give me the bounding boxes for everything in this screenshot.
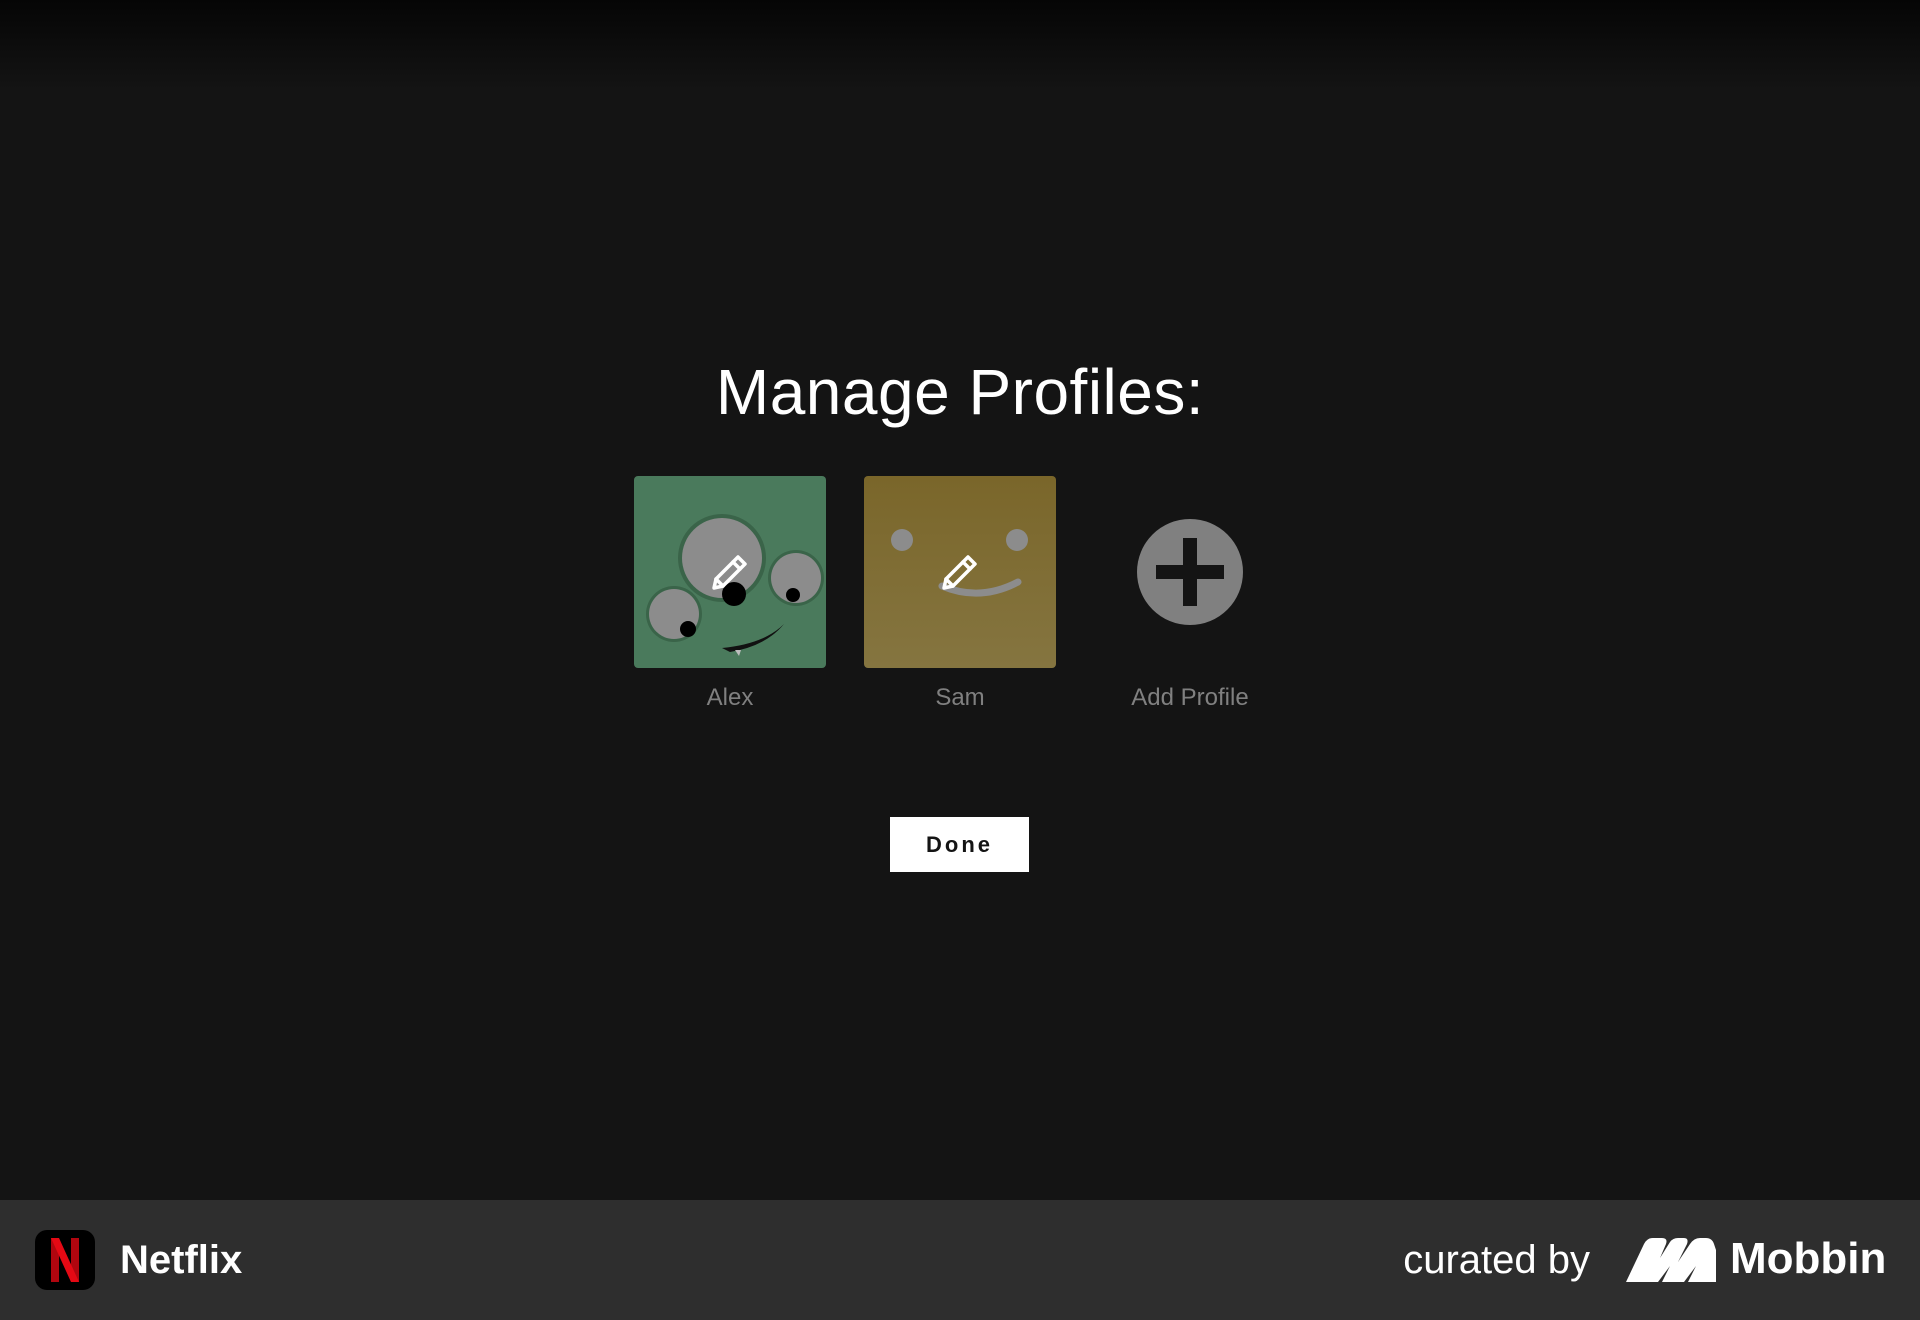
- add-profile-tile[interactable]: [1094, 476, 1286, 668]
- pencil-icon: [712, 555, 747, 590]
- add-profile-button[interactable]: Add Profile: [1094, 476, 1286, 712]
- profile-name-sam: Sam: [935, 684, 985, 711]
- profile-name-alex: Alex: [706, 684, 754, 711]
- footer-bar: Netflix curated by Mobbin: [0, 1200, 1920, 1320]
- plus-circle-icon: [1137, 519, 1243, 625]
- netflix-n-icon: [35, 1230, 95, 1290]
- avatar-alex[interactable]: [634, 476, 826, 668]
- mobbin-logo-icon: [1626, 1238, 1716, 1282]
- page-title: Manage Profiles:: [715, 356, 1205, 428]
- profile-list: Alex Sam Add Profile: [0, 476, 1920, 716]
- done-button[interactable]: Done: [890, 817, 1029, 872]
- pencil-icon: [942, 555, 977, 590]
- app-name: Netflix: [120, 1238, 243, 1282]
- profile-alex[interactable]: Alex: [634, 476, 826, 712]
- manage-profiles-screen: Manage Profiles: Alex Sam Add Profile Do…: [0, 0, 1920, 1200]
- profile-sam[interactable]: Sam: [864, 476, 1056, 712]
- curated-by-text: curated by: [1403, 1238, 1590, 1282]
- add-profile-label: Add Profile: [1131, 684, 1249, 711]
- avatar-sam[interactable]: [864, 476, 1056, 668]
- mobbin-brand-name: Mobbin: [1730, 1234, 1887, 1283]
- netflix-logo: [51, 1238, 79, 1282]
